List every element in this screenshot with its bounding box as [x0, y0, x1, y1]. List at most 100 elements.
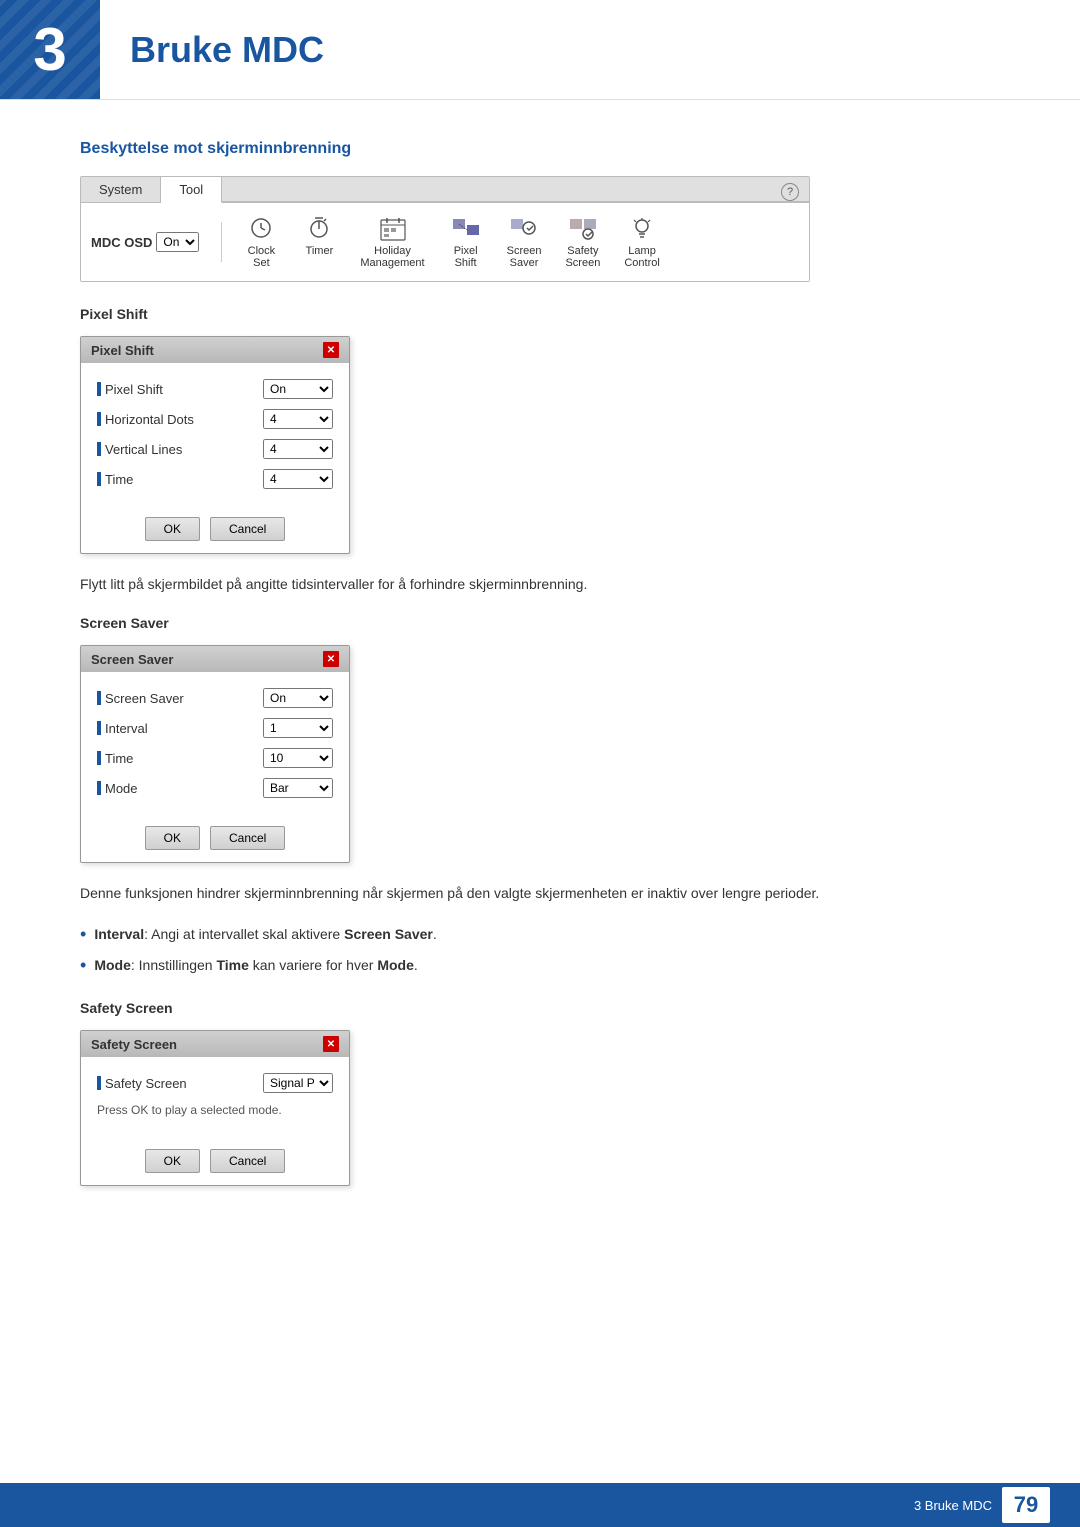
toolbar-item-pixel-shift[interactable]: Pixel Shift	[439, 211, 493, 273]
pixel-label2: Shift	[455, 257, 477, 269]
bullet-text-1: Mode: Innstillingen Time kan variere for…	[94, 955, 417, 976]
safety-screen-title: Safety Screen	[91, 1037, 177, 1052]
screen-saver-row-3: Mode BarFadeRolling	[97, 778, 333, 798]
mdc-osd-select[interactable]: On Off	[156, 232, 199, 252]
indicator-1	[97, 412, 101, 426]
screen-saver-cancel-button[interactable]: Cancel	[210, 826, 285, 850]
toolbar-item-lamp-control[interactable]: Lamp Control	[614, 211, 669, 273]
toolbar-items: Clock Set Timer	[234, 211, 669, 273]
pixel-shift-row-1: Horizontal Dots 4123	[97, 409, 333, 429]
lamp-label2: Control	[624, 257, 659, 269]
bullet-term3-1: Mode	[377, 957, 414, 973]
pixel-shift-close-button[interactable]: ✕	[323, 342, 339, 358]
screen-label1: Screen	[507, 245, 542, 257]
bullet-term-1: Mode	[94, 957, 131, 973]
safety-screen-icon	[566, 215, 600, 243]
safety-screen-close-button[interactable]: ✕	[323, 1036, 339, 1052]
lamp-icon	[625, 215, 659, 243]
safety-screen-footer: OK Cancel	[81, 1141, 349, 1185]
footer-chapter-label: 3 Bruke MDC	[914, 1498, 992, 1513]
safety-screen-title-bar: Safety Screen ✕	[81, 1031, 349, 1057]
pixel-shift-description: Flytt litt på skjermbildet på angitte ti…	[80, 574, 1000, 595]
safety-screen-select-0[interactable]: Signal Patt...ScrollFade	[263, 1073, 333, 1093]
timer-label1: Timer	[306, 245, 334, 257]
safety-screen-row-0: Safety Screen Signal Patt...ScrollFade	[97, 1073, 333, 1093]
safety-screen-cancel-button[interactable]: Cancel	[210, 1149, 285, 1173]
toolbar-item-holiday[interactable]: Holiday Management	[350, 211, 434, 273]
indicator-2	[97, 442, 101, 456]
page-header: 3 Bruke MDC	[0, 0, 1080, 100]
pixel-shift-body: Pixel Shift OnOff Horizontal Dots 4123	[81, 363, 349, 509]
screen-saver-select-0[interactable]: OnOff	[263, 688, 333, 708]
help-button[interactable]: ?	[781, 183, 799, 201]
clock-label1: Clock	[248, 245, 276, 257]
pixel-shift-select-1[interactable]: 4123	[263, 409, 333, 429]
pixel-shift-label-3: Time	[97, 472, 133, 487]
bullet-list: • Interval: Angi at intervallet skal akt…	[80, 924, 1000, 976]
pixel-shift-select-2[interactable]: 4123	[263, 439, 333, 459]
tab-tool[interactable]: Tool	[161, 177, 222, 203]
toolbar-tabs: System Tool ?	[81, 177, 809, 203]
screen-saver-label-3: Mode	[97, 781, 138, 796]
mdc-osd-control: MDC OSD On Off	[91, 232, 199, 252]
pixel-shift-dialog: Pixel Shift ✕ Pixel Shift OnOff Horizont…	[80, 336, 350, 554]
pixel-shift-ok-button[interactable]: OK	[145, 517, 200, 541]
indicator-0	[97, 382, 101, 396]
pixel-shift-heading: Pixel Shift	[80, 306, 1000, 322]
toolbar-separator	[221, 222, 222, 262]
holiday-label2: Management	[360, 257, 424, 269]
list-item: • Mode: Innstillingen Time kan variere f…	[80, 955, 1000, 976]
ss-indicator-0	[97, 691, 101, 705]
screen-saver-row-1: Interval 123	[97, 718, 333, 738]
toolbar-item-safety-screen[interactable]: Safety Screen	[555, 211, 610, 273]
pixel-shift-title: Pixel Shift	[91, 343, 154, 358]
screen-saver-body: Screen Saver OnOff Interval 123 Time	[81, 672, 349, 818]
ss-indicator-3	[97, 781, 101, 795]
safety-screen-ok-button[interactable]: OK	[145, 1149, 200, 1173]
toolbar-item-timer[interactable]: Timer	[292, 211, 346, 273]
toolbar-item-clock-set[interactable]: Clock Set	[234, 211, 288, 273]
bullet-term-0: Interval	[94, 926, 144, 942]
page-number: 79	[1002, 1487, 1050, 1523]
bullet-term2-1: Time	[216, 957, 248, 973]
pixel-shift-label-2: Vertical Lines	[97, 442, 182, 457]
tab-system[interactable]: System	[81, 177, 161, 202]
pixel-shift-select-0[interactable]: OnOff	[263, 379, 333, 399]
pixel-label1: Pixel	[454, 245, 478, 257]
toolbar-panel: System Tool ? MDC OSD On Off	[80, 176, 810, 282]
chapter-number: 3	[0, 0, 100, 99]
safety-screen-heading: Safety Screen	[80, 1000, 1000, 1016]
timer-icon	[302, 215, 336, 243]
clock-icon	[244, 215, 278, 243]
safety-screen-body: Safety Screen Signal Patt...ScrollFade P…	[81, 1057, 349, 1141]
screen-saver-select-3[interactable]: BarFadeRolling	[263, 778, 333, 798]
list-item: • Interval: Angi at intervallet skal akt…	[80, 924, 1000, 945]
holiday-icon	[376, 215, 410, 243]
pixel-shift-row-3: Time 4123	[97, 469, 333, 489]
indicator-3	[97, 472, 101, 486]
safety-screen-label-0: Safety Screen	[97, 1076, 187, 1091]
screen-saver-close-button[interactable]: ✕	[323, 651, 339, 667]
toolbar-item-screen-saver[interactable]: Screen Saver	[497, 211, 552, 273]
screen-saver-select-1[interactable]: 123	[263, 718, 333, 738]
screen-label2: Saver	[510, 257, 539, 269]
pixel-shift-select-3[interactable]: 4123	[263, 469, 333, 489]
screen-saver-label-2: Time	[97, 751, 133, 766]
holiday-label1: Holiday	[374, 245, 411, 257]
screen-saver-dialog: Screen Saver ✕ Screen Saver OnOff Interv…	[80, 645, 350, 863]
pixel-shift-title-bar: Pixel Shift ✕	[81, 337, 349, 363]
screen-saver-select-2[interactable]: 1051520	[263, 748, 333, 768]
safety-screen-note: Press OK to play a selected mode.	[97, 1103, 333, 1117]
pixel-shift-cancel-button[interactable]: Cancel	[210, 517, 285, 541]
screen-saver-icon	[507, 215, 541, 243]
screen-saver-description: Denne funksjonen hindrer skjerminnbrenni…	[80, 883, 1000, 904]
ss-indicator-1	[97, 721, 101, 735]
page-footer: 3 Bruke MDC 79	[0, 1483, 1080, 1527]
screen-saver-label-1: Interval	[97, 721, 148, 736]
screen-saver-ok-button[interactable]: OK	[145, 826, 200, 850]
chapter-title: Bruke MDC	[100, 0, 354, 99]
clock-label2: Set	[253, 257, 270, 269]
pixel-shift-label-0: Pixel Shift	[97, 382, 163, 397]
screen-saver-title-bar: Screen Saver ✕	[81, 646, 349, 672]
screen-saver-heading: Screen Saver	[80, 615, 1000, 631]
